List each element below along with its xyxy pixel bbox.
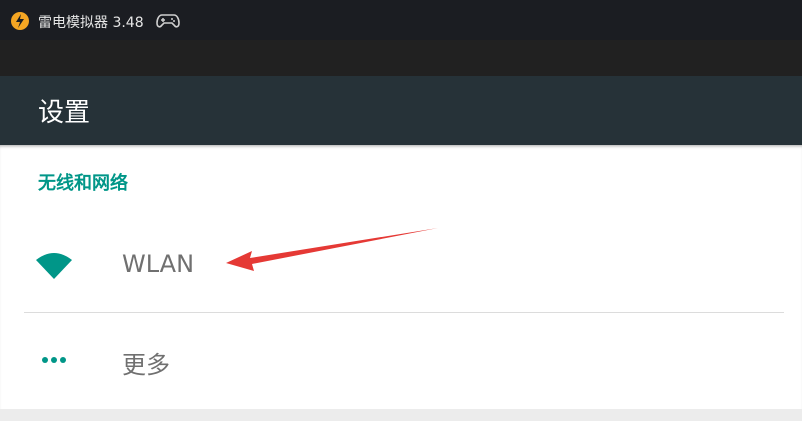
emulator-titlebar: 雷电模拟器 3.48 [0, 0, 802, 40]
app-title: 雷电模拟器 3.48 [38, 15, 144, 31]
divider [24, 312, 784, 313]
wifi-icon [36, 253, 72, 279]
leidian-logo-icon [11, 12, 29, 30]
section-header-wireless-networks: 无线和网络 [38, 173, 128, 194]
bottom-edge [0, 409, 802, 421]
settings-list: 无线和网络 WLAN 更多 [0, 145, 802, 409]
more-dots-icon [42, 357, 66, 363]
android-status-bar [0, 40, 802, 76]
page-title: 设置 [38, 98, 91, 128]
settings-item-label: WLAN [122, 250, 195, 278]
gamepad-icon[interactable] [156, 12, 180, 30]
settings-item-label: 更多 [122, 351, 170, 379]
settings-item-more[interactable]: 更多 [0, 315, 802, 405]
settings-item-wlan[interactable]: WLAN [0, 220, 802, 310]
settings-app-bar: 设置 [0, 76, 802, 145]
